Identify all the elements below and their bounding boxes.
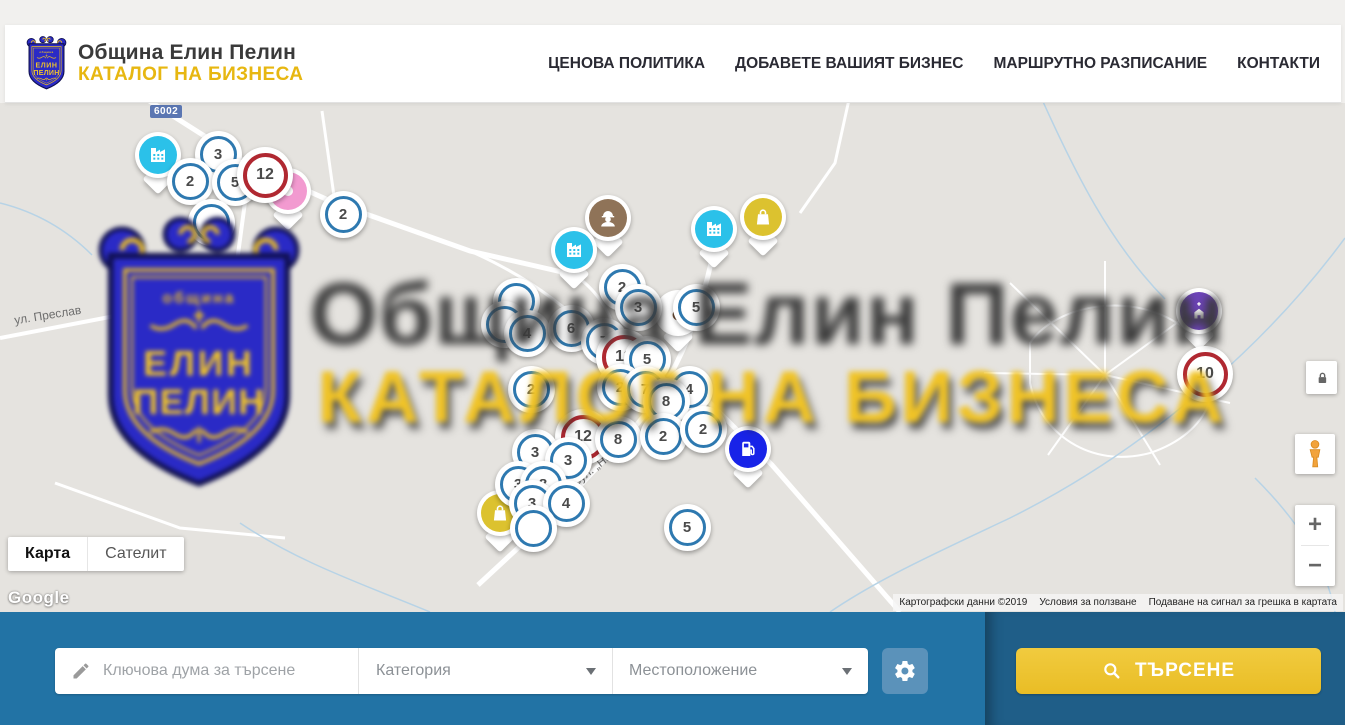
factory-icon bbox=[702, 217, 726, 241]
search-button[interactable]: ТЪРСЕНЕ bbox=[1016, 648, 1321, 694]
cluster-count: 2 bbox=[325, 196, 362, 233]
bag-pin[interactable] bbox=[740, 194, 786, 254]
page: община ЕЛИН ПЕЛИН Община Елин Пелин КАТА… bbox=[0, 0, 1345, 725]
location-dropdown-label: Местоположение bbox=[629, 662, 757, 680]
cluster-count: 5 bbox=[669, 509, 706, 546]
pegman-icon bbox=[1302, 439, 1328, 469]
watermark-title: Община Елин Пелин bbox=[0, 263, 1345, 365]
category-dropdown-label: Категория bbox=[376, 662, 451, 680]
gear-icon bbox=[893, 659, 917, 683]
search-button-label: ТЪРСЕНЕ bbox=[1135, 660, 1235, 682]
site-title: Община Елин Пелин bbox=[78, 41, 303, 64]
bag-icon bbox=[751, 205, 775, 229]
cluster-count bbox=[515, 510, 552, 547]
nav-item-2[interactable]: МАРШРУТНО РАЗПИСАНИЕ bbox=[993, 55, 1207, 73]
map-type-satellite-button[interactable]: Сателит bbox=[87, 537, 183, 571]
factory-icon bbox=[562, 238, 586, 262]
lock-icon bbox=[1312, 368, 1332, 388]
attribution-link[interactable]: Условия за ползване bbox=[1033, 594, 1142, 611]
pin-circle bbox=[691, 206, 737, 252]
cluster-marker[interactable] bbox=[510, 505, 557, 552]
pencil-icon bbox=[71, 661, 91, 681]
nav-item-1[interactable]: ДОБАВЕТЕ ВАШИЯТ БИЗНЕС bbox=[735, 55, 963, 73]
road-number-badge: 6002 bbox=[150, 105, 182, 118]
header: Община Елин Пелин КАТАЛОГ НА БИЗНЕСА ЦЕН… bbox=[5, 25, 1341, 103]
cluster-marker[interactable]: 5 bbox=[664, 504, 711, 551]
factory-pin[interactable] bbox=[691, 206, 737, 266]
zoom-out-button[interactable]: − bbox=[1295, 546, 1335, 586]
street-view-pegman[interactable] bbox=[1295, 434, 1335, 474]
keyword-segment bbox=[55, 648, 358, 694]
search-bar: Категория Местоположение ТЪРСЕНЕ bbox=[0, 612, 1345, 725]
attribution-link[interactable]: Подаване на сигнал за грешка в картата bbox=[1143, 594, 1343, 611]
zoom-control: + − bbox=[1295, 505, 1335, 586]
pin-circle bbox=[740, 194, 786, 240]
zoom-in-button[interactable]: + bbox=[1295, 505, 1335, 545]
nav-item-0[interactable]: ЦЕНОВА ПОЛИТИКА bbox=[548, 55, 705, 73]
map-attribution: Картографски данни ©2019Условия за ползв… bbox=[893, 594, 1343, 611]
keyword-search-input[interactable] bbox=[103, 662, 313, 680]
watermark-subtitle: КАТАЛОГ НА БИЗНЕСА bbox=[0, 356, 1345, 439]
main-nav: ЦЕНОВА ПОЛИТИКА ДОБАВЕТЕ ВАШИЯТ БИЗНЕС МАР… bbox=[548, 55, 1320, 73]
google-map[interactable]: 6002ул. Преславбул. „Новосел 32512223546… bbox=[0, 103, 1345, 612]
search-icon bbox=[1102, 661, 1122, 681]
google-logo[interactable]: Google bbox=[8, 588, 70, 608]
worker-icon bbox=[596, 206, 620, 230]
municipality-emblem-icon bbox=[24, 35, 69, 92]
cluster-marker[interactable]: 2 bbox=[320, 191, 367, 238]
location-dropdown[interactable]: Местоположение bbox=[612, 648, 868, 694]
map-type-control: Карта Сателит bbox=[8, 537, 184, 571]
nav-item-3[interactable]: КОНТАКТИ bbox=[1237, 55, 1320, 73]
cluster-count: 12 bbox=[243, 153, 288, 198]
cluster-count: 2 bbox=[172, 163, 209, 200]
chevron-down-icon bbox=[842, 668, 852, 675]
fuel-icon bbox=[736, 437, 760, 461]
attribution-text: Картографски данни ©2019 bbox=[893, 594, 1033, 611]
advanced-search-button[interactable] bbox=[882, 648, 928, 694]
site-logo[interactable]: Община Елин Пелин КАТАЛОГ НА БИЗНЕСА bbox=[24, 35, 303, 92]
cluster-marker[interactable]: 12 bbox=[237, 147, 293, 203]
site-subtitle: КАТАЛОГ НА БИЗНЕСА bbox=[78, 64, 303, 87]
chevron-down-icon bbox=[586, 668, 596, 675]
cluster-marker[interactable]: 2 bbox=[167, 158, 214, 205]
factory-icon bbox=[146, 143, 170, 167]
search-box: Категория Местоположение bbox=[55, 648, 868, 694]
category-dropdown[interactable]: Категория bbox=[358, 648, 612, 694]
scroll-lock-control[interactable] bbox=[1306, 361, 1337, 394]
map-type-map-button[interactable]: Карта bbox=[8, 537, 87, 571]
